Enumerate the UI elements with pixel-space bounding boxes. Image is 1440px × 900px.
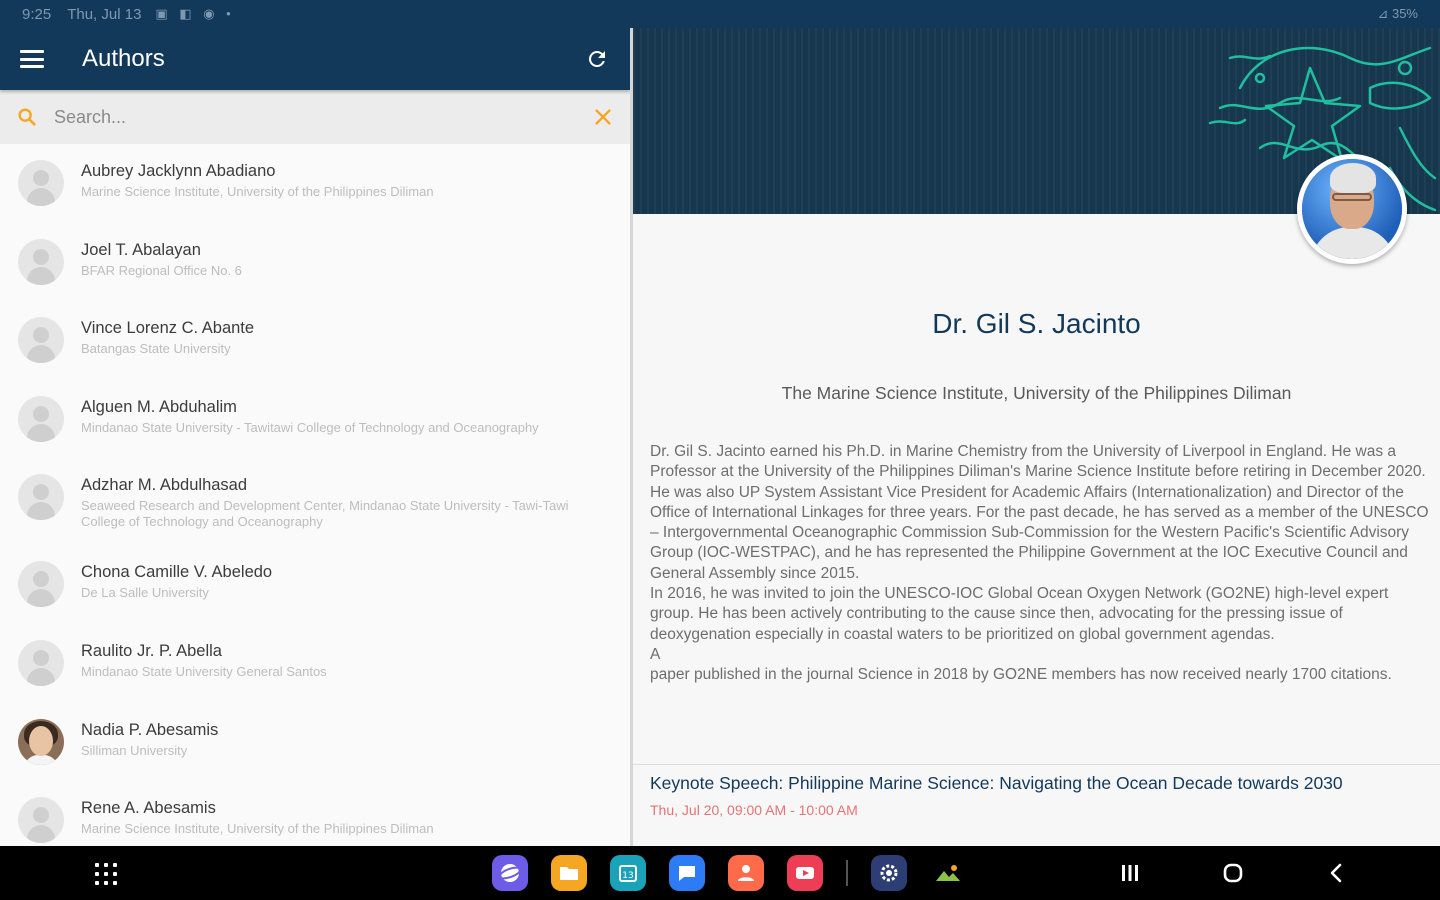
authors-panel: Authors Aubrey Jacklynn Abadiano Marine S… (0, 28, 630, 846)
author-list-affiliation: Batangas State University (81, 341, 231, 357)
list-item[interactable]: Aubrey Jacklynn Abadiano Marine Science I… (0, 144, 630, 223)
search-bar (0, 90, 630, 144)
status-indicators: ▣ ◧ ◉ • (155, 6, 235, 21)
author-text: Adzhar M. Abdulhasad Seaweed Research and… (81, 474, 601, 530)
list-item[interactable]: Raulito Jr. P. Abella Mindanao State Univ… (0, 624, 630, 703)
author-bio: Dr. Gil S. Jacinto earned his Ph.D. in M… (650, 442, 1430, 686)
author-list-affiliation: De La Salle University (81, 585, 209, 601)
back-icon[interactable] (1323, 860, 1349, 886)
author-list-name: Raulito Jr. P. Abella (81, 641, 222, 660)
app-drawer-icon[interactable] (95, 863, 117, 885)
status-time: 9:25 (22, 5, 52, 23)
author-text: Rene A. Abesamis Marine Science Institute… (81, 797, 601, 837)
author-text: Nadia P. Abesamis Silliman University (81, 719, 601, 759)
dock-separator (846, 860, 848, 886)
divider (633, 764, 1440, 765)
avatar (18, 639, 64, 686)
menu-icon[interactable] (20, 50, 44, 68)
session-time: Thu, Jul 20, 09:00 AM - 10:00 AM (650, 802, 858, 818)
avatar (18, 317, 64, 364)
messages-app-icon[interactable] (669, 855, 705, 891)
author-list-affiliation: Mindanao State University General Santos (81, 663, 327, 679)
bio-paragraph: A (650, 645, 661, 663)
contacts-app-icon[interactable] (728, 855, 764, 891)
author-name: Dr. Gil S. Jacinto (932, 308, 1141, 339)
list-item[interactable]: Adzhar M. Abdulhasad Seaweed Research and… (0, 458, 630, 545)
status-bar: 9:25 Thu, Jul 13 ▣ ◧ ◉ • ⊿ 35% (0, 0, 1440, 28)
bio-paragraph: In 2016, he was invited to join the UNES… (650, 585, 1389, 643)
author-list-name: Joel T. Abalayan (81, 240, 201, 259)
avatar (18, 160, 64, 206)
author-photo (1297, 154, 1407, 264)
bio-paragraph: paper published in the journal Science i… (650, 666, 1392, 684)
svg-text:13: 13 (622, 871, 633, 881)
author-list-affiliation: Marine Science Institute, University of … (81, 184, 434, 199)
author-list-affiliation: BFAR Regional Office No. 6 (81, 262, 242, 278)
navigation-bar: 13 (0, 846, 1440, 900)
calendar-app-icon[interactable]: 13 (610, 855, 646, 891)
avatar (18, 395, 64, 442)
avatar (18, 797, 64, 844)
author-text: Joel T. Abalayan BFAR Regional Office No.… (81, 239, 601, 279)
refresh-icon[interactable] (584, 46, 610, 72)
list-item[interactable]: Chona Camille V. Abeledo De La Salle Univ… (0, 545, 630, 624)
close-icon[interactable] (592, 106, 614, 128)
session-link[interactable]: Keynote Speech: Philippine Marine Scienc… (650, 773, 1343, 794)
author-list-name: Chona Camille V. Abeledo (81, 563, 273, 582)
list-item[interactable]: Rene A. Abesamis Marine Science Institute… (0, 781, 630, 846)
page-title: Authors (82, 45, 165, 72)
app-dock: 13 (492, 855, 989, 891)
app-photo-icon[interactable] (930, 855, 966, 891)
author-text: Chona Camille V. Abeledo De La Salle Univ… (81, 561, 601, 601)
author-text: Vince Lorenz C. Abante Batangas State Uni… (81, 317, 601, 357)
list-item[interactable]: Nadia P. Abesamis Silliman University (0, 703, 630, 782)
author-list-name: Adzhar M. Abdulhasad (81, 476, 248, 495)
youtube-app-icon[interactable] (787, 855, 823, 891)
files-app-icon[interactable] (551, 855, 587, 891)
avatar (18, 474, 64, 521)
author-text: Aubrey Jacklynn Abadiano Marine Science I… (81, 160, 601, 200)
author-list-affiliation: Seaweed Research and Development Center,… (81, 498, 569, 530)
settings-app-icon[interactable] (871, 855, 907, 891)
author-list-affiliation: Mindanao State University - Tawitawi Col… (81, 419, 539, 435)
author-list-affiliation: Silliman University (81, 742, 188, 758)
recent-apps-icon[interactable] (1117, 860, 1143, 886)
search-input[interactable] (54, 106, 592, 128)
author-text: Alguen M. Abduhalim Mindanao State Univer… (81, 396, 601, 436)
status-date: Thu, Jul 13 (67, 5, 142, 23)
author-institution: The Marine Science Institute, University… (781, 383, 1292, 403)
author-list-affiliation: Marine Science Institute, University of … (81, 821, 434, 837)
search-icon (18, 108, 36, 126)
home-icon[interactable] (1220, 860, 1246, 886)
avatar (18, 238, 64, 285)
list-item[interactable]: Alguen M. Abduhalim Mindanao State Univer… (0, 380, 630, 459)
author-detail-panel: Dr. Gil S. Jacinto The Marine Science In… (633, 28, 1440, 846)
avatar (18, 561, 64, 608)
author-list-name: Rene A. Abesamis (81, 799, 216, 818)
author-list: Aubrey Jacklynn Abadiano Marine Science I… (0, 144, 630, 846)
author-list-name: Nadia P. Abesamis (81, 720, 219, 739)
list-item[interactable]: Vince Lorenz C. Abante Batangas State Uni… (0, 301, 630, 380)
author-text: Raulito Jr. P. Abella Mindanao State Univ… (81, 640, 601, 680)
internet-app-icon[interactable] (492, 855, 528, 891)
list-item[interactable]: Joel T. Abalayan BFAR Regional Office No.… (0, 223, 630, 302)
battery-indicator: ⊿ 35% (1377, 6, 1418, 21)
avatar (18, 718, 64, 765)
app-bar: Authors (0, 28, 630, 90)
author-list-name: Alguen M. Abduhalim (81, 397, 237, 416)
author-list-name: Aubrey Jacklynn Abadiano (81, 162, 276, 180)
author-list-name: Vince Lorenz C. Abante (81, 319, 255, 338)
bio-paragraph: Dr. Gil S. Jacinto earned his Ph.D. in M… (650, 443, 1429, 582)
